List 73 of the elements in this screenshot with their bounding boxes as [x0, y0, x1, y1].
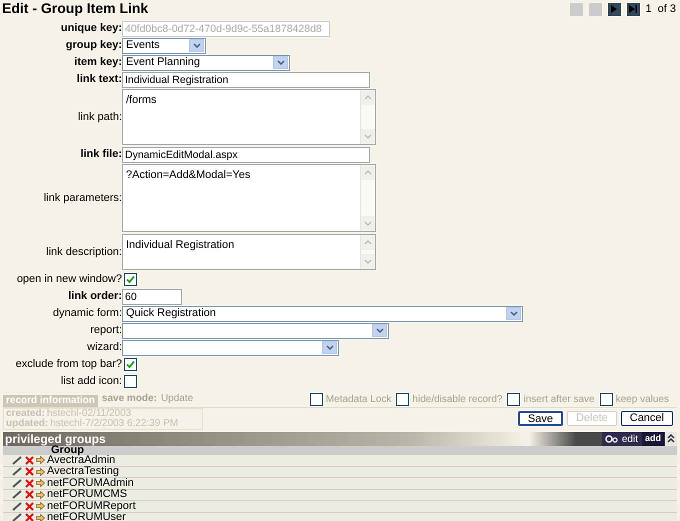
pencil-icon[interactable]	[12, 513, 23, 521]
page-title: Edit - Group Item Link	[1, 0, 148, 16]
field-label: group key:	[64, 38, 122, 54]
delete-icon[interactable]	[25, 456, 34, 465]
checkbox[interactable]	[124, 273, 137, 286]
gears-icon	[604, 434, 619, 444]
dropdown[interactable]: Quick Registration	[122, 306, 523, 322]
checkbox[interactable]	[310, 393, 323, 406]
group-name[interactable]: netFORUMCMS	[47, 489, 128, 500]
checkbox[interactable]	[507, 393, 520, 406]
next-page-button[interactable]	[608, 2, 621, 16]
text-field[interactable]: Individual Registration	[122, 72, 370, 88]
group-name[interactable]: netFORUMAdmin	[47, 478, 134, 489]
field-label: unique key:	[60, 21, 122, 36]
checkbox[interactable]	[124, 375, 137, 388]
column-header: Group	[51, 446, 84, 455]
save-mode-value: Update	[160, 392, 194, 406]
delete-icon[interactable]	[25, 467, 34, 476]
option-label: hide/disable record?	[412, 393, 502, 407]
page-number: 1	[646, 2, 652, 17]
field-label: item key:	[73, 55, 122, 70]
group-name[interactable]: AvectraTesting	[47, 466, 119, 478]
checkbox[interactable]	[600, 393, 613, 406]
field-label: open in new window?	[16, 272, 122, 288]
text-area[interactable]: ?Action=Add&Modal=Yes	[122, 164, 376, 232]
page-count: of 3	[658, 2, 676, 17]
field-label: link file:	[79, 147, 122, 162]
skip-end-icon	[629, 5, 638, 14]
field-label: link description:	[45, 244, 122, 260]
edit-link[interactable]: edit	[618, 432, 641, 446]
option-label: Metadata Lock	[326, 393, 392, 407]
field-label: report:	[89, 323, 122, 338]
option-label: insert after save	[523, 393, 595, 407]
field-label: link order:	[67, 289, 122, 304]
group-name[interactable]: netFORUMReport	[47, 500, 136, 512]
group-name[interactable]: AvectraAdmin	[47, 454, 116, 466]
groups-title: privileged groups	[4, 431, 106, 446]
text-field[interactable]: 60	[122, 288, 182, 304]
field-label: list add icon:	[60, 374, 122, 390]
checkmark-icon	[126, 360, 135, 369]
checkbox[interactable]	[396, 393, 410, 406]
field-label: exclude from top bar?	[14, 357, 122, 372]
field-label: link path:	[76, 110, 122, 125]
field-label: dynamic form:	[52, 306, 122, 322]
add-link[interactable]: add	[642, 432, 664, 446]
pencil-icon[interactable]	[12, 467, 23, 476]
pencil-icon[interactable]	[12, 456, 23, 465]
dropdown[interactable]: Event Planning	[122, 54, 290, 70]
field-label: wizard:	[86, 340, 122, 356]
checkbox[interactable]	[124, 358, 137, 371]
delete-icon[interactable]	[25, 513, 34, 521]
form-button[interactable]: Save	[518, 411, 563, 426]
play-icon	[611, 5, 618, 14]
delete-icon[interactable]	[25, 478, 34, 488]
delete-icon[interactable]	[25, 502, 34, 511]
dropdown[interactable]	[122, 322, 389, 338]
form-button[interactable]: Cancel	[620, 411, 673, 426]
group-name[interactable]: netFORUMUser	[47, 512, 126, 521]
text-area[interactable]: Individual Registration	[122, 234, 376, 270]
option-label: keep values	[616, 393, 669, 407]
pencil-icon[interactable]	[12, 502, 23, 511]
dropdown[interactable]: Events	[122, 38, 206, 54]
save-mode-label: save mode:	[102, 392, 157, 406]
collapse-icon[interactable]	[665, 432, 677, 446]
last-page-button[interactable]	[626, 2, 640, 16]
text-field[interactable]: DynamicEditModal.aspx	[122, 146, 370, 162]
field-label: link text:	[76, 72, 122, 88]
field-label: link parameters:	[42, 190, 122, 206]
checkmark-icon	[126, 275, 135, 284]
pencil-icon[interactable]	[12, 478, 23, 488]
delete-icon[interactable]	[25, 490, 34, 500]
text-area[interactable]: /forms	[122, 89, 376, 145]
pencil-icon[interactable]	[12, 490, 23, 500]
